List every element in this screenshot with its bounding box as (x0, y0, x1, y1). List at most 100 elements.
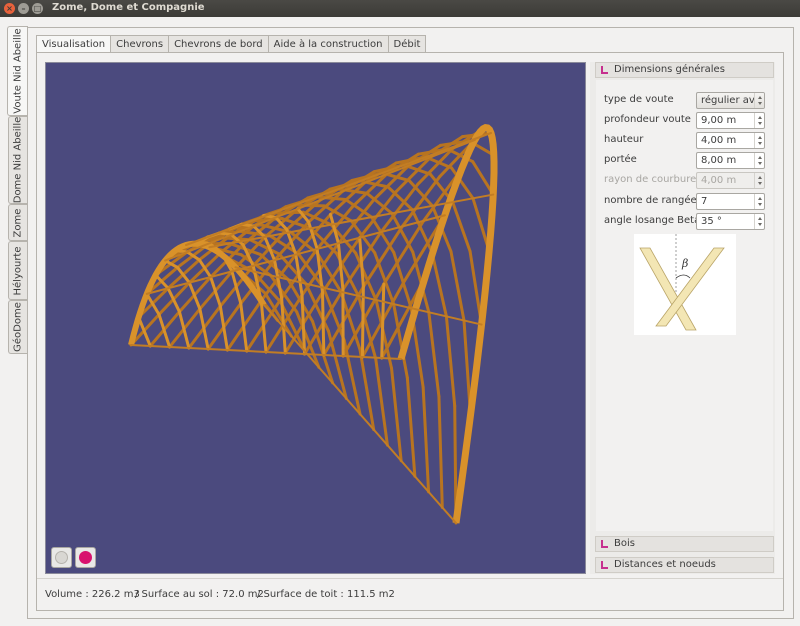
wood-rafter (198, 307, 210, 351)
side-tab-dome-nid-abeille[interactable]: Dome Nid Abeille (8, 116, 27, 204)
field-label: hauteur (604, 134, 644, 145)
field-value: 4,00 m (701, 135, 737, 146)
wood-rafter (390, 211, 415, 254)
wood-rafter (263, 304, 457, 524)
wood-rafter (241, 243, 255, 268)
wood-rafter (328, 212, 340, 245)
form-row-hauteur: hauteur 4,00 m (604, 132, 766, 149)
status-surface-toit: / Surface de toit : 111.5 m2 (257, 589, 395, 600)
top-tab-bar: Visualisation Chevrons Chevrons de bord … (36, 35, 427, 54)
status-surface-sol: / Surface au sol : 72.0 m2 (135, 589, 264, 600)
side-tab-geodome[interactable]: GéoDome (8, 300, 27, 354)
maximize-window-button[interactable]: □ (32, 3, 43, 14)
form-row-rangees: nombre de rangées 7 (604, 193, 766, 210)
field-label: nombre de rangées (604, 195, 702, 206)
wood-rafter (451, 200, 472, 253)
wood-rafter (307, 220, 319, 251)
spin-arrows-icon (754, 173, 764, 188)
beta-angle-diagram: β (634, 234, 736, 335)
form-row-rayon: rayon de courbure 4,00 m (604, 172, 766, 189)
tab-chevrons[interactable]: Chevrons (111, 35, 170, 53)
form-row-portee: portée 8,00 m (604, 152, 766, 169)
form-row-type-de-voute: type de voute régulier avec (604, 92, 766, 109)
field-value: 35 ° (701, 216, 722, 227)
tab-debit[interactable]: Débit (388, 35, 427, 53)
wood-rafter (374, 357, 389, 447)
field-value: 7 (701, 196, 708, 207)
tab-aide-construction[interactable]: Aide à la construction (268, 35, 389, 53)
field-value: 9,00 m (701, 115, 737, 126)
wood-rafter (358, 236, 365, 289)
vault-3d-model (128, 123, 498, 525)
section-distances-noeuds[interactable]: Distances et noeuds (595, 557, 774, 573)
side-tab-helyourte[interactable]: Hélyourte (8, 241, 27, 300)
field-label: portée (604, 154, 637, 165)
field-value: 4,00 m (701, 175, 737, 186)
section-bois[interactable]: Bois (595, 536, 774, 552)
side-tab-label: GéoDome (12, 302, 24, 352)
section-dimensions-generales[interactable]: Dimensions générales (595, 62, 774, 78)
expand-arrow-icon (600, 540, 609, 549)
status-bar: Volume : 226.2 m3 / Surface au sol : 72.… (37, 578, 783, 608)
wood-rafter (187, 281, 202, 311)
rayon-de-courbure-input: 4,00 m (696, 172, 765, 189)
field-label: type de voute (604, 94, 674, 105)
side-tab-label: Voute Nid Abeille (12, 28, 24, 114)
record-icon (79, 551, 92, 564)
form-row-angle: angle losange Beta 35 ° (604, 213, 766, 230)
minimize-window-button[interactable]: – (18, 3, 29, 14)
side-tab-label: Hélyourte (12, 245, 24, 296)
field-label: rayon de courbure (604, 174, 697, 185)
wood-rafter (380, 282, 386, 360)
spin-arrows-icon[interactable] (754, 153, 764, 168)
spin-arrows-icon[interactable] (754, 214, 764, 229)
close-window-button[interactable]: × (4, 3, 15, 14)
angle-losange-beta-input[interactable]: 35 ° (696, 213, 765, 230)
wood-rafter (177, 310, 191, 350)
wood-rafter (209, 275, 222, 308)
section-title: Distances et noeuds (614, 559, 716, 570)
field-label: profondeur voute (604, 114, 691, 125)
wood-rafter (421, 385, 431, 494)
section-title: Dimensions générales (614, 64, 725, 75)
section-title: Bois (614, 538, 635, 549)
wood-rafter (358, 190, 398, 240)
nombre-de-rangees-input[interactable]: 7 (696, 193, 765, 210)
wood-rafter (437, 394, 444, 509)
field-label: angle losange Beta (604, 215, 701, 226)
hauteur-input[interactable]: 4,00 m (696, 132, 765, 149)
side-tab-label: Dome Nid Abeille (12, 116, 24, 204)
form-row-profondeur: profondeur voute 9,00 m (604, 112, 766, 129)
combo-arrow-icon (754, 93, 764, 108)
wood-rafter (444, 314, 457, 408)
spin-arrows-icon[interactable] (754, 113, 764, 128)
window-title: Zome, Dome et Compagnie (52, 2, 205, 13)
status-volume: Volume : 226.2 m3 (45, 589, 140, 600)
view-icon (55, 551, 68, 564)
record-button[interactable] (75, 547, 96, 568)
wood-rafter (166, 286, 181, 314)
expand-arrow-icon (600, 66, 609, 75)
3d-viewport[interactable] (45, 62, 586, 574)
spin-arrows-icon[interactable] (754, 133, 764, 148)
reset-view-button[interactable] (51, 547, 72, 568)
wood-rafter (157, 312, 172, 349)
wood-rafter (449, 250, 466, 322)
side-tab-zome[interactable]: Zome (8, 204, 27, 241)
tab-chevrons-de-bord[interactable]: Chevrons de bord (169, 35, 269, 53)
profondeur-voute-input[interactable]: 9,00 m (696, 112, 765, 129)
portee-input[interactable]: 8,00 m (696, 152, 765, 169)
side-tab-voute-nid-abeille[interactable]: Voute Nid Abeille (7, 26, 28, 116)
title-bar: × – □ Zome, Dome et Compagnie (0, 0, 800, 17)
field-value: 8,00 m (701, 155, 737, 166)
spin-arrows-icon[interactable] (754, 194, 764, 209)
wood-rafter (405, 376, 417, 478)
wood-rafter (427, 310, 441, 398)
wood-rafter (392, 250, 413, 310)
wood-rafter (430, 250, 448, 318)
wood-rafter (320, 290, 326, 357)
expand-arrow-icon (600, 561, 609, 570)
side-tab-label: Zome (12, 208, 24, 237)
type-de-voute-select[interactable]: régulier avec (696, 92, 765, 109)
wood-rafter (390, 366, 403, 463)
